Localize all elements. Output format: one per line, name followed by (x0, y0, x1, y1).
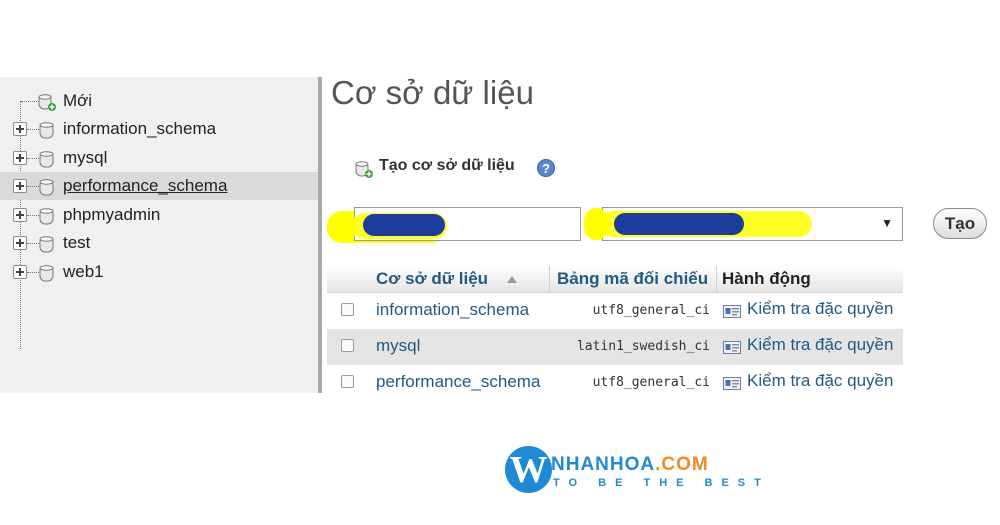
column-divider (716, 266, 717, 293)
sort-ascending-icon[interactable] (507, 276, 517, 283)
database-name-link[interactable]: performance_schema (376, 372, 540, 392)
database-name-link[interactable]: mysql (376, 336, 420, 356)
tree-item-label: performance_schema (63, 176, 228, 195)
collation-value: utf8_general_ci (592, 303, 710, 318)
tree-item-mysql[interactable]: mysql (0, 144, 318, 172)
row-checkbox[interactable] (341, 375, 354, 388)
check-privileges-link[interactable]: Kiểm tra đặc quyền (747, 371, 893, 391)
logo-tagline: TO BE THE BEST (553, 477, 770, 489)
tree-item-web1[interactable]: web1 (0, 258, 318, 286)
tree-item-label: web1 (63, 262, 104, 281)
privileges-icon[interactable] (723, 341, 741, 359)
collation-value: latin1_swedish_ci (576, 339, 710, 354)
tree-item-label: information_schema (63, 119, 217, 138)
expand-icon[interactable] (13, 208, 27, 222)
expand-icon[interactable] (13, 265, 27, 279)
privileges-icon[interactable] (723, 305, 741, 323)
expand-icon[interactable] (13, 179, 27, 193)
tree-item-phpmyadmin[interactable]: phpmyadmin (0, 201, 318, 229)
tree-item-label: test (63, 233, 91, 252)
tree-item-label: mysql (63, 148, 108, 167)
expand-icon[interactable] (13, 151, 27, 165)
table-row: information_schema utf8_general_ci Kiểm … (327, 293, 903, 329)
database-name-link[interactable]: information_schema (376, 300, 529, 320)
database-icon (37, 263, 57, 292)
logo-name-tld: COM (661, 454, 709, 475)
table-row: performance_schema utf8_general_ci Kiểm … (327, 365, 903, 401)
table-row: mysql latin1_swedish_ci Kiểm tra đặc quy… (327, 329, 903, 365)
new-database-icon (354, 159, 374, 184)
column-header-collation[interactable]: Bảng mã đối chiếu (557, 269, 708, 289)
row-checkbox[interactable] (341, 303, 354, 316)
help-icon[interactable]: ? (537, 159, 555, 177)
create-database-label: Tạo cơ sở dữ liệu (379, 157, 515, 174)
create-database-button[interactable]: Tạo (933, 208, 987, 239)
expand-icon[interactable] (13, 236, 27, 250)
tree-item-new[interactable]: Mới (0, 87, 318, 115)
column-header-database[interactable]: Cơ sở dữ liệu (376, 269, 488, 289)
sidebar-resize-handle[interactable] (318, 77, 322, 393)
logo-name-main: NHANHOA (551, 454, 656, 475)
tree-item-performance-schema[interactable]: performance_schema (0, 172, 318, 200)
column-header-action: Hành động (722, 269, 811, 288)
column-divider (549, 266, 550, 293)
redacted-text (363, 214, 445, 236)
page-title: Cơ sở dữ liệu (331, 74, 534, 111)
tree-item-information-schema[interactable]: information_schema (0, 115, 318, 143)
logo-letter: W (509, 449, 548, 491)
row-checkbox[interactable] (341, 339, 354, 352)
dropdown-arrow-icon: ▼ (881, 216, 893, 230)
check-privileges-link[interactable]: Kiểm tra đặc quyền (747, 335, 893, 355)
redacted-text (614, 213, 744, 235)
logo-wordmark: NHANHOA.COM (551, 454, 709, 476)
check-privileges-link[interactable]: Kiểm tra đặc quyền (747, 299, 893, 319)
navigation-tree: Mới information_schema mysql performance… (0, 77, 318, 393)
tree-item-label: Mới (63, 91, 93, 110)
privileges-icon[interactable] (723, 377, 741, 395)
tree-item-label: phpmyadmin (63, 205, 161, 224)
tree-item-test[interactable]: test (0, 229, 318, 257)
table-header-row: Cơ sở dữ liệu Bảng mã đối chiếu Hành độn… (327, 266, 903, 293)
collation-value: utf8_general_ci (592, 375, 710, 390)
expand-icon[interactable] (13, 122, 27, 136)
